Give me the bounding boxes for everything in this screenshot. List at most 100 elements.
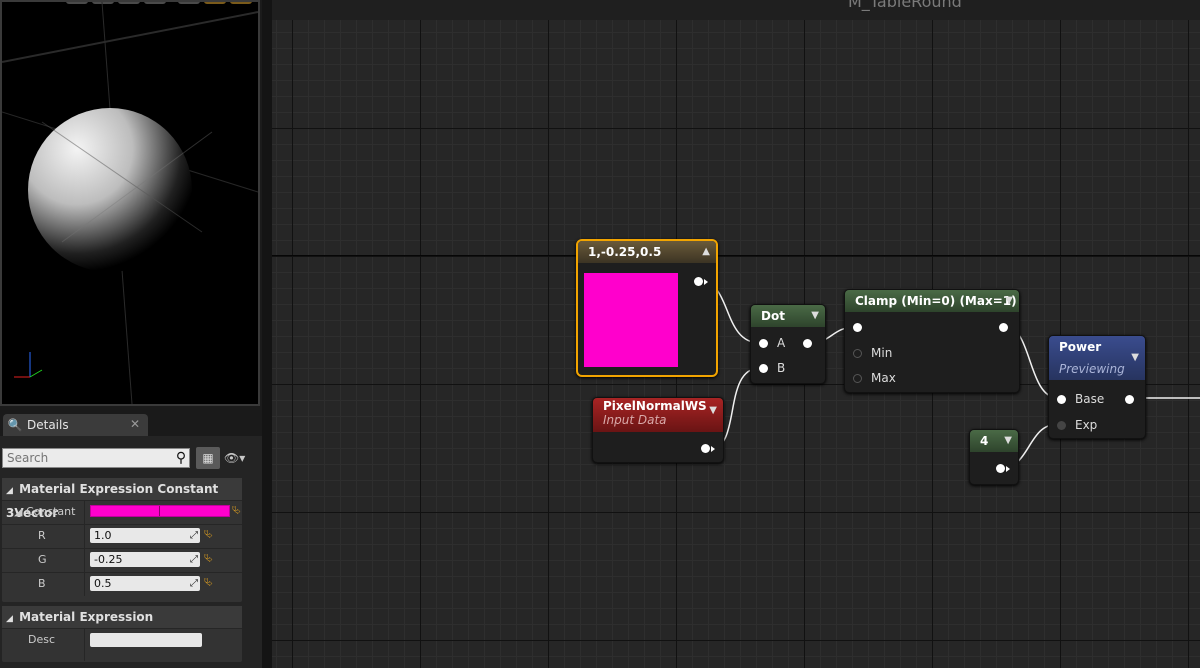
property-row-g: G -0.25 ⤢ ⮱: [2, 548, 242, 572]
drag-handle-icon: ⤢: [190, 530, 198, 541]
pin-arrow-icon: [704, 279, 708, 285]
node-title: Power: [1059, 340, 1102, 354]
input-pin-base[interactable]: [1057, 395, 1066, 404]
desc-input[interactable]: [90, 633, 202, 647]
node-wires: [699, 280, 1200, 469]
node-pixelnormalws[interactable]: PixelNormalWS Input Data ▼: [592, 397, 724, 463]
pin-label-max: Max: [871, 371, 896, 385]
output-pin[interactable]: [996, 464, 1005, 473]
pin-label-b: B: [777, 361, 786, 375]
property-label: R: [38, 529, 46, 542]
output-pin[interactable]: [701, 444, 710, 453]
pin-label-base: Base: [1075, 392, 1105, 406]
property-row-b: B 0.5 ⤢ ⮱: [2, 572, 242, 596]
collapse-triangle-icon: ◢: [6, 614, 13, 624]
collapse-arrow-icon[interactable]: ▼: [1131, 347, 1139, 369]
output-pin[interactable]: [803, 339, 812, 348]
drag-handle-icon: ⤢: [190, 554, 198, 565]
column-divider: [84, 573, 85, 596]
property-label: Constant: [26, 505, 76, 518]
preview-sphere: [2, 2, 258, 404]
node-title: Clamp (Min=0) (Max=1): [855, 294, 1017, 308]
category-material-expression: ◢ Material Expression Desc: [2, 606, 242, 662]
category-constant-3vector: ◢ Material Expression Constant 3Vector ◢…: [2, 478, 242, 602]
collapse-arrow-icon[interactable]: ▲: [702, 241, 710, 263]
material-preview-viewport[interactable]: [0, 0, 260, 406]
node-constant3vector[interactable]: 1,-0.25,0.5 ▲: [576, 239, 718, 377]
category-title: Material Expression: [19, 610, 154, 624]
tab-details[interactable]: 🔍 Details ✕: [3, 414, 148, 436]
expand-triangle-icon[interactable]: ◢: [14, 505, 22, 518]
input-pin[interactable]: [853, 323, 862, 332]
node-title: 1,-0.25,0.5: [588, 245, 662, 259]
node-constant-4[interactable]: 4 ▼: [969, 429, 1019, 485]
reset-to-default-icon[interactable]: ⮱: [232, 504, 241, 518]
node-subtitle: Input Data: [603, 413, 667, 427]
axis-gizmo: [14, 352, 43, 378]
node-clamp[interactable]: Clamp (Min=0) (Max=1) ▼ Min Max: [844, 289, 1020, 393]
b-value-field[interactable]: 0.5 ⤢: [90, 576, 200, 591]
pin-label-a: A: [777, 336, 786, 350]
constant-color-preview: [584, 273, 678, 367]
pin-arrow-icon: [1006, 466, 1010, 472]
output-pin[interactable]: [694, 277, 703, 286]
category-header[interactable]: ◢ Material Expression Constant 3Vector: [2, 478, 242, 520]
column-divider: [84, 501, 85, 524]
collapse-triangle-icon: ◢: [6, 486, 13, 496]
column-divider: [84, 549, 85, 572]
reset-to-default-icon[interactable]: ⮱: [204, 576, 213, 590]
property-label: Desc: [28, 633, 56, 646]
node-title: Dot: [761, 309, 785, 323]
pin-label-exp: Exp: [1075, 418, 1098, 432]
property-row-r: R 1.0 ⤢ ⮱: [2, 524, 242, 548]
details-panel: 🔍 Details ✕ ⚲ ▦ 👁▾ ◢ Material Expression…: [0, 410, 262, 668]
collapse-arrow-icon[interactable]: ▼: [1004, 430, 1012, 452]
node-subtitle: Previewing: [1059, 362, 1125, 376]
node-header[interactable]: Clamp (Min=0) (Max=1) ▼: [845, 290, 1019, 312]
search-input[interactable]: [2, 448, 190, 468]
reset-to-default-icon[interactable]: ⮱: [204, 552, 213, 566]
node-header[interactable]: PixelNormalWS Input Data ▼: [593, 398, 723, 432]
r-value-field[interactable]: 1.0 ⤢: [90, 528, 200, 543]
property-row-constant: ◢ Constant ⮱: [2, 500, 242, 524]
panel-splitter[interactable]: [262, 0, 272, 668]
column-divider: [84, 629, 85, 661]
input-pin-min[interactable]: [853, 349, 862, 358]
tab-label: Details: [27, 418, 69, 432]
property-label: G: [38, 553, 47, 566]
node-header[interactable]: 1,-0.25,0.5 ▲: [578, 241, 716, 263]
node-power[interactable]: Power Previewing ▼ Base Exp: [1048, 335, 1146, 439]
reset-to-default-icon[interactable]: ⮱: [204, 528, 213, 542]
property-label: B: [38, 577, 46, 590]
close-icon[interactable]: ✕: [130, 417, 140, 431]
pin-label-min: Min: [871, 346, 893, 360]
input-pin-max[interactable]: [853, 374, 862, 383]
node-header[interactable]: Dot ▼: [751, 305, 825, 327]
material-graph-canvas[interactable]: M_TableRound 1,-0.25,0.5 ▲ PixelNormalWS…: [272, 0, 1200, 668]
constant-color-swatch[interactable]: [90, 505, 230, 517]
g-value-field[interactable]: -0.25 ⤢: [90, 552, 200, 567]
column-divider: [84, 525, 85, 548]
input-pin-exp[interactable]: [1057, 421, 1066, 430]
property-matrix-icon[interactable]: ▦: [196, 447, 220, 469]
view-options-eye-icon[interactable]: 👁▾: [224, 448, 258, 468]
pin-arrow-icon: [711, 446, 715, 452]
node-header[interactable]: 4 ▼: [970, 430, 1018, 452]
node-dot[interactable]: Dot ▼ A B: [750, 304, 826, 384]
output-pin[interactable]: [1125, 395, 1134, 404]
details-search-row: ⚲ ▦ 👁▾: [0, 447, 262, 470]
input-pin-b[interactable]: [759, 364, 768, 373]
drag-handle-icon: ⤢: [190, 578, 198, 589]
input-pin-a[interactable]: [759, 339, 768, 348]
details-magnifier-icon: 🔍: [7, 418, 23, 432]
node-header[interactable]: Power Previewing ▼: [1049, 336, 1145, 380]
property-row-desc: Desc: [2, 628, 242, 661]
output-pin[interactable]: [999, 323, 1008, 332]
collapse-arrow-icon[interactable]: ▼: [709, 400, 717, 422]
node-title: 4: [980, 434, 989, 448]
search-icon[interactable]: ⚲: [172, 449, 190, 467]
details-tab-strip: 🔍 Details ✕: [0, 410, 262, 436]
category-header[interactable]: ◢ Material Expression: [2, 606, 242, 628]
collapse-arrow-icon[interactable]: ▼: [811, 305, 819, 327]
collapse-arrow-icon[interactable]: ▼: [1005, 290, 1013, 312]
